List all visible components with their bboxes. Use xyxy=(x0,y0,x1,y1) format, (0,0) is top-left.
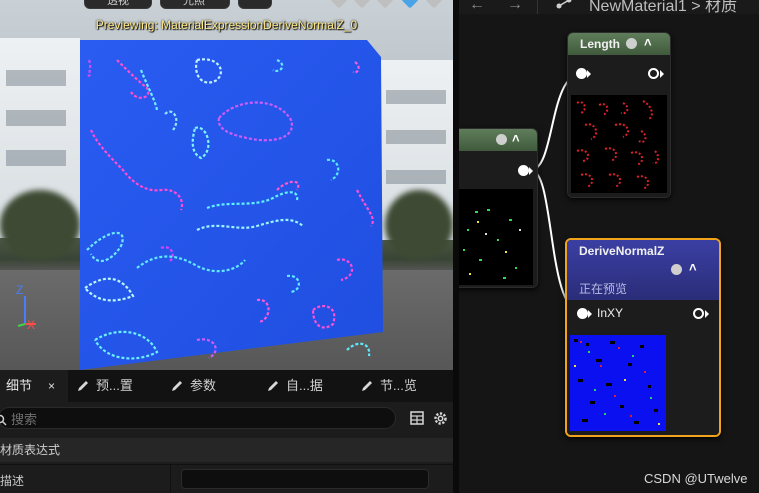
background-window xyxy=(386,170,446,184)
graph-node-derive-normal-z[interactable]: DeriveNormalZ ˄ 正在预览 InXY xyxy=(565,238,721,437)
property-label-description: 描述 xyxy=(0,474,25,488)
tab-preview-settings-label: 预...置 xyxy=(96,378,133,393)
collapse-chevron-icon[interactable]: ˄ xyxy=(644,35,652,50)
tab-custom-data-label: 自...据 xyxy=(286,378,323,393)
graph-toolbar: ← → NewMaterial1 > 材质 xyxy=(459,0,759,16)
material-preview-plane xyxy=(80,40,383,370)
gear-icon[interactable] xyxy=(432,410,449,427)
node-header: DeriveNormalZ ˄ 正在预览 xyxy=(567,240,719,300)
background-window xyxy=(6,70,66,86)
pencil-icon xyxy=(268,381,278,391)
toolbar-separator xyxy=(537,0,538,14)
pin-arrow-icon xyxy=(588,310,592,318)
output-pin[interactable] xyxy=(518,165,529,176)
cube-preview-icon[interactable] xyxy=(353,0,371,9)
pin-arrow-icon xyxy=(587,70,591,78)
perspective-button[interactable]: 透视 xyxy=(84,0,152,9)
search-icon xyxy=(0,414,7,426)
tab-preview-settings[interactable]: 预...置 xyxy=(70,370,160,402)
perspective-label: 透视 xyxy=(107,0,129,7)
details-panel: 细节 × 预...置 参数 自...据 节...览 搜索 材质表达式 描述 xyxy=(0,370,453,493)
axis-z-label: Z xyxy=(16,283,24,297)
background-window xyxy=(6,150,66,166)
sphere-preview-icon[interactable] xyxy=(330,0,348,9)
input-pin-label: InXY xyxy=(597,306,624,320)
node-preview-thumbnail xyxy=(459,189,533,285)
collapse-chevron-icon[interactable]: ˄ xyxy=(512,131,520,146)
section-header-material-expression[interactable]: 材质表达式 xyxy=(0,438,453,462)
close-icon[interactable]: × xyxy=(48,370,55,402)
column-divider[interactable] xyxy=(170,465,171,493)
property-row-description: 描述 xyxy=(0,464,453,493)
forward-arrow-icon[interactable]: → xyxy=(507,0,523,14)
tab-details[interactable]: 细节 × xyxy=(0,370,68,402)
node-title: Length xyxy=(580,37,620,51)
node-title: DeriveNormalZ xyxy=(579,244,665,258)
axis-gizmo xyxy=(17,296,36,327)
node-header: Length ˄ xyxy=(568,33,670,55)
background-tree xyxy=(385,190,453,260)
description-input[interactable] xyxy=(181,469,429,489)
background-window xyxy=(386,130,446,144)
tab-custom-data[interactable]: 自...据 xyxy=(260,370,350,402)
watermark: CSDN @UTwelve xyxy=(644,471,748,486)
material-graph[interactable]: ← → NewMaterial1 > 材质 ˄ Length ˄ DeriveN… xyxy=(459,0,759,493)
node-header: ˄ xyxy=(459,129,537,151)
background-window xyxy=(6,110,66,126)
previewing-label: Previewing: MaterialExpressionDeriveNorm… xyxy=(95,18,358,32)
graph-icon xyxy=(556,0,572,9)
tab-parameters-label: 参数 xyxy=(190,378,217,393)
node-subtitle: 正在预览 xyxy=(579,282,628,296)
tab-node-overview[interactable]: 节...览 xyxy=(354,370,450,402)
pencil-icon xyxy=(78,381,88,391)
cylinder-preview-icon[interactable] xyxy=(401,0,419,9)
output-pin[interactable] xyxy=(693,308,704,319)
panel-tab-bar: 细节 × 预...置 参数 自...据 节...览 xyxy=(0,370,453,402)
preview-toggle-icon[interactable] xyxy=(496,134,507,145)
tab-details-label: 细节 xyxy=(6,378,33,393)
node-preview-thumbnail xyxy=(571,95,667,193)
node-preview-thumbnail xyxy=(570,335,666,431)
show-menu-button[interactable] xyxy=(238,0,272,9)
preview-toggle-icon[interactable] xyxy=(671,264,682,275)
collapse-chevron-icon[interactable]: ˄ xyxy=(689,260,697,275)
pin-arrow-icon xyxy=(529,167,533,175)
background-window xyxy=(386,90,446,104)
pencil-icon xyxy=(362,381,372,391)
custom-mesh-icon[interactable] xyxy=(425,0,443,9)
input-pin-inxy[interactable] xyxy=(577,308,588,319)
axis-x-label: X xyxy=(27,318,36,332)
search-row xyxy=(0,402,453,432)
plane-preview-icon[interactable] xyxy=(376,0,394,9)
input-pin[interactable] xyxy=(576,68,587,79)
viewport-toolbar: 透视 光照 xyxy=(0,0,453,12)
graph-node-partial[interactable]: ˄ xyxy=(459,128,538,288)
background-tree xyxy=(0,190,80,260)
preview-toggle-icon[interactable] xyxy=(626,38,637,49)
pin-arrow-icon xyxy=(660,70,664,78)
breadcrumb[interactable]: NewMaterial1 > 材质 xyxy=(589,0,737,16)
pin-arrow-icon xyxy=(705,310,709,318)
back-arrow-icon[interactable]: ← xyxy=(469,0,485,14)
output-pin[interactable] xyxy=(648,68,659,79)
material-preview-viewport[interactable]: 透视 光照 Previewing: MaterialExpressionDeri… xyxy=(0,0,453,370)
pencil-icon xyxy=(172,381,182,391)
tab-node-overview-label: 节...览 xyxy=(380,378,417,393)
graph-node-length[interactable]: Length ˄ xyxy=(567,32,671,198)
table-view-icon[interactable] xyxy=(410,411,424,425)
search-box[interactable] xyxy=(0,407,396,429)
lit-mode-label: 光照 xyxy=(183,0,205,7)
lit-mode-button[interactable]: 光照 xyxy=(160,0,230,9)
tab-parameters[interactable]: 参数 xyxy=(164,370,254,402)
search-input[interactable] xyxy=(11,411,381,427)
